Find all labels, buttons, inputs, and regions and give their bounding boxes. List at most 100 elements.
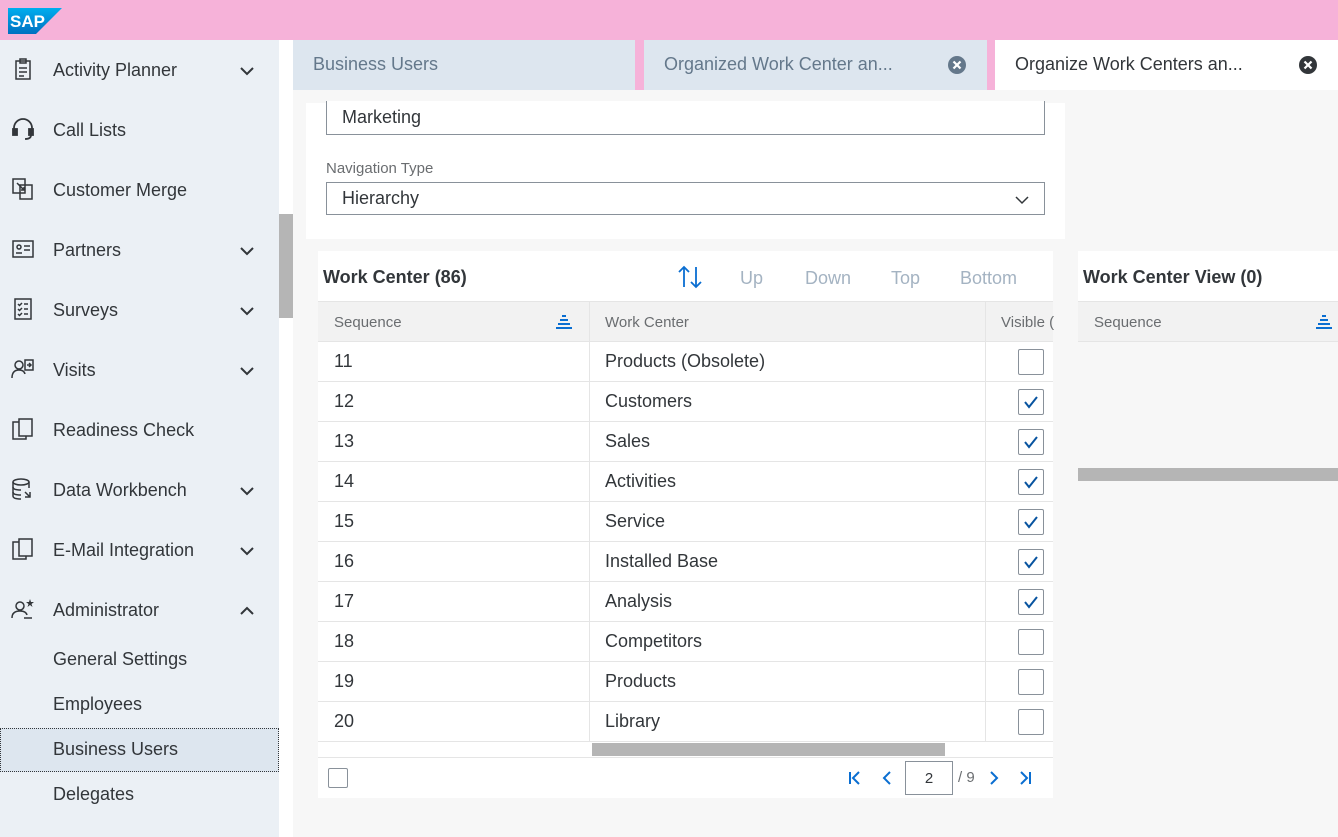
- horizontal-scrollbar-thumb[interactable]: [592, 743, 945, 756]
- table-row[interactable]: 19 Products: [318, 662, 1053, 702]
- navigation-type-select[interactable]: Hierarchy: [326, 182, 1045, 215]
- sidebar-item-call-lists[interactable]: Call Lists: [0, 100, 279, 160]
- visible-checkbox[interactable]: [1018, 509, 1044, 535]
- sidebar-item-administrator[interactable]: Administrator: [0, 580, 279, 640]
- sidebar-item-label: Data Workbench: [53, 479, 187, 500]
- chevron-down-icon[interactable]: [238, 362, 256, 380]
- visible-checkbox[interactable]: [1018, 549, 1044, 575]
- previous-page-icon[interactable]: [878, 769, 896, 787]
- sidebar-subitem-general-settings[interactable]: General Settings: [0, 638, 279, 682]
- table-row[interactable]: 17 Analysis: [318, 582, 1053, 622]
- chevron-down-icon[interactable]: [238, 482, 256, 500]
- sap-logo[interactable]: SAP: [8, 8, 62, 34]
- sidebar-item-label: Customer Merge: [53, 179, 188, 200]
- sidebar-item-label: Administrator: [53, 599, 160, 620]
- move-bottom-button[interactable]: Bottom: [960, 268, 1017, 289]
- checkmark-icon: [1024, 556, 1038, 569]
- move-top-button[interactable]: Top: [891, 268, 920, 289]
- chevron-down-icon[interactable]: [238, 62, 256, 80]
- next-page-icon[interactable]: [985, 769, 1003, 787]
- partner-card-icon: [12, 240, 34, 258]
- sidebar-item-readiness-check[interactable]: Readiness Check: [0, 400, 279, 460]
- chevron-down-icon[interactable]: [238, 542, 256, 560]
- sidebar-item-email-integration[interactable]: E-Mail Integration: [0, 520, 279, 580]
- sidebar-subitem-delegates[interactable]: Delegates: [0, 773, 279, 817]
- visible-checkbox[interactable]: [1018, 349, 1044, 375]
- sequence-cell: 13: [334, 431, 355, 451]
- merge-icon: [12, 178, 33, 200]
- work-center-cell: Installed Base: [605, 551, 719, 571]
- page-total: / 9: [958, 769, 975, 786]
- work-center-cell: Sales: [605, 431, 651, 451]
- sidebar-scrollbar-thumb[interactable]: [279, 214, 293, 318]
- visible-checkbox[interactable]: [1018, 589, 1044, 615]
- visible-checkbox[interactable]: [1018, 469, 1044, 495]
- table-row[interactable]: 18 Competitors: [318, 622, 1053, 662]
- page-number-input[interactable]: 2: [905, 761, 953, 795]
- work-center-view-scrollbar[interactable]: [1078, 468, 1338, 481]
- sidebar-item-label: Call Lists: [53, 119, 127, 140]
- sidebar-item-label: Partners: [53, 239, 122, 260]
- sidebar-subitem-label: Business Users: [53, 739, 179, 759]
- sequence-cell: 18: [334, 631, 355, 651]
- sidebar-scrollbar-track[interactable]: [279, 40, 293, 837]
- column-divider: [985, 301, 986, 742]
- tab-organize-work-centers[interactable]: Organize Work Centers an...: [995, 40, 1338, 90]
- visible-checkbox[interactable]: [1018, 709, 1044, 735]
- table-row[interactable]: 12 Customers: [318, 382, 1053, 422]
- tab-label: Business Users: [313, 54, 439, 74]
- sidebar-item-customer-merge[interactable]: Customer Merge: [0, 160, 279, 220]
- move-up-button[interactable]: Up: [740, 268, 763, 289]
- sidebar-item-label: Readiness Check: [53, 419, 195, 440]
- table-row[interactable]: 16 Installed Base: [318, 542, 1053, 582]
- sidebar-item-activity-planner[interactable]: Activity Planner: [0, 40, 279, 100]
- name-field[interactable]: Marketing: [326, 101, 1045, 135]
- work-center-view-table-header: Sequence: [1078, 301, 1338, 342]
- sequence-cell: 14: [334, 471, 355, 491]
- tab-organized-work-center[interactable]: Organized Work Center an...: [644, 40, 987, 90]
- column-header-sequence[interactable]: Sequence: [334, 314, 402, 331]
- sidebar-subitem-employees[interactable]: Employees: [0, 683, 279, 727]
- table-row[interactable]: 15 Service: [318, 502, 1053, 542]
- sequence-cell: 20: [334, 711, 355, 731]
- headset-icon: [12, 118, 34, 140]
- tab-business-users[interactable]: Business Users: [293, 40, 635, 90]
- table-row[interactable]: 11 Products (Obsolete): [318, 342, 1053, 382]
- move-down-button[interactable]: Down: [805, 268, 851, 289]
- chevron-down-icon[interactable]: [238, 302, 256, 320]
- table-row[interactable]: 20 Library: [318, 702, 1053, 742]
- sidebar-item-label: Surveys: [53, 299, 119, 320]
- work-center-title: Work Center (86): [323, 267, 467, 287]
- visible-checkbox[interactable]: [1018, 429, 1044, 455]
- work-center-view-title: Work Center View (0): [1083, 267, 1263, 287]
- visible-checkbox[interactable]: [1018, 389, 1044, 415]
- sidebar-item-partners[interactable]: Partners: [0, 220, 279, 280]
- sidebar-item-visits[interactable]: Visits: [0, 340, 279, 400]
- sort-icon[interactable]: [677, 265, 703, 289]
- work-center-cell: Service: [605, 511, 666, 531]
- chevron-down-icon[interactable]: [238, 242, 256, 260]
- chevron-up-icon[interactable]: [238, 602, 256, 620]
- close-icon[interactable]: [947, 55, 967, 75]
- select-all-checkbox[interactable]: [328, 768, 348, 788]
- visible-checkbox[interactable]: [1018, 669, 1044, 695]
- table-row[interactable]: 14 Activities: [318, 462, 1053, 502]
- page-number-value: 2: [924, 769, 934, 787]
- close-icon[interactable]: [1298, 55, 1318, 75]
- work-center-view-empty-body: [1078, 342, 1338, 468]
- visible-checkbox[interactable]: [1018, 629, 1044, 655]
- work-center-cell: Analysis: [605, 591, 673, 611]
- first-page-icon[interactable]: [846, 769, 864, 787]
- work-center-cell: Customers: [605, 391, 693, 411]
- sidebar-item-surveys[interactable]: Surveys: [0, 280, 279, 340]
- sidebar-subitem-business-users[interactable]: Business Users: [0, 728, 279, 772]
- column-header-work-center[interactable]: Work Center: [605, 314, 689, 331]
- column-header-visible[interactable]: Visible (: [1001, 314, 1054, 331]
- last-page-icon[interactable]: [1016, 769, 1034, 787]
- column-header-sequence[interactable]: Sequence: [1094, 314, 1162, 331]
- sort-ascending-icon[interactable]: [1316, 314, 1332, 330]
- table-row[interactable]: 13 Sales: [318, 422, 1053, 462]
- sidebar-item-data-workbench[interactable]: Data Workbench: [0, 460, 279, 520]
- database-icon: [12, 478, 31, 500]
- sort-ascending-icon[interactable]: [556, 314, 572, 330]
